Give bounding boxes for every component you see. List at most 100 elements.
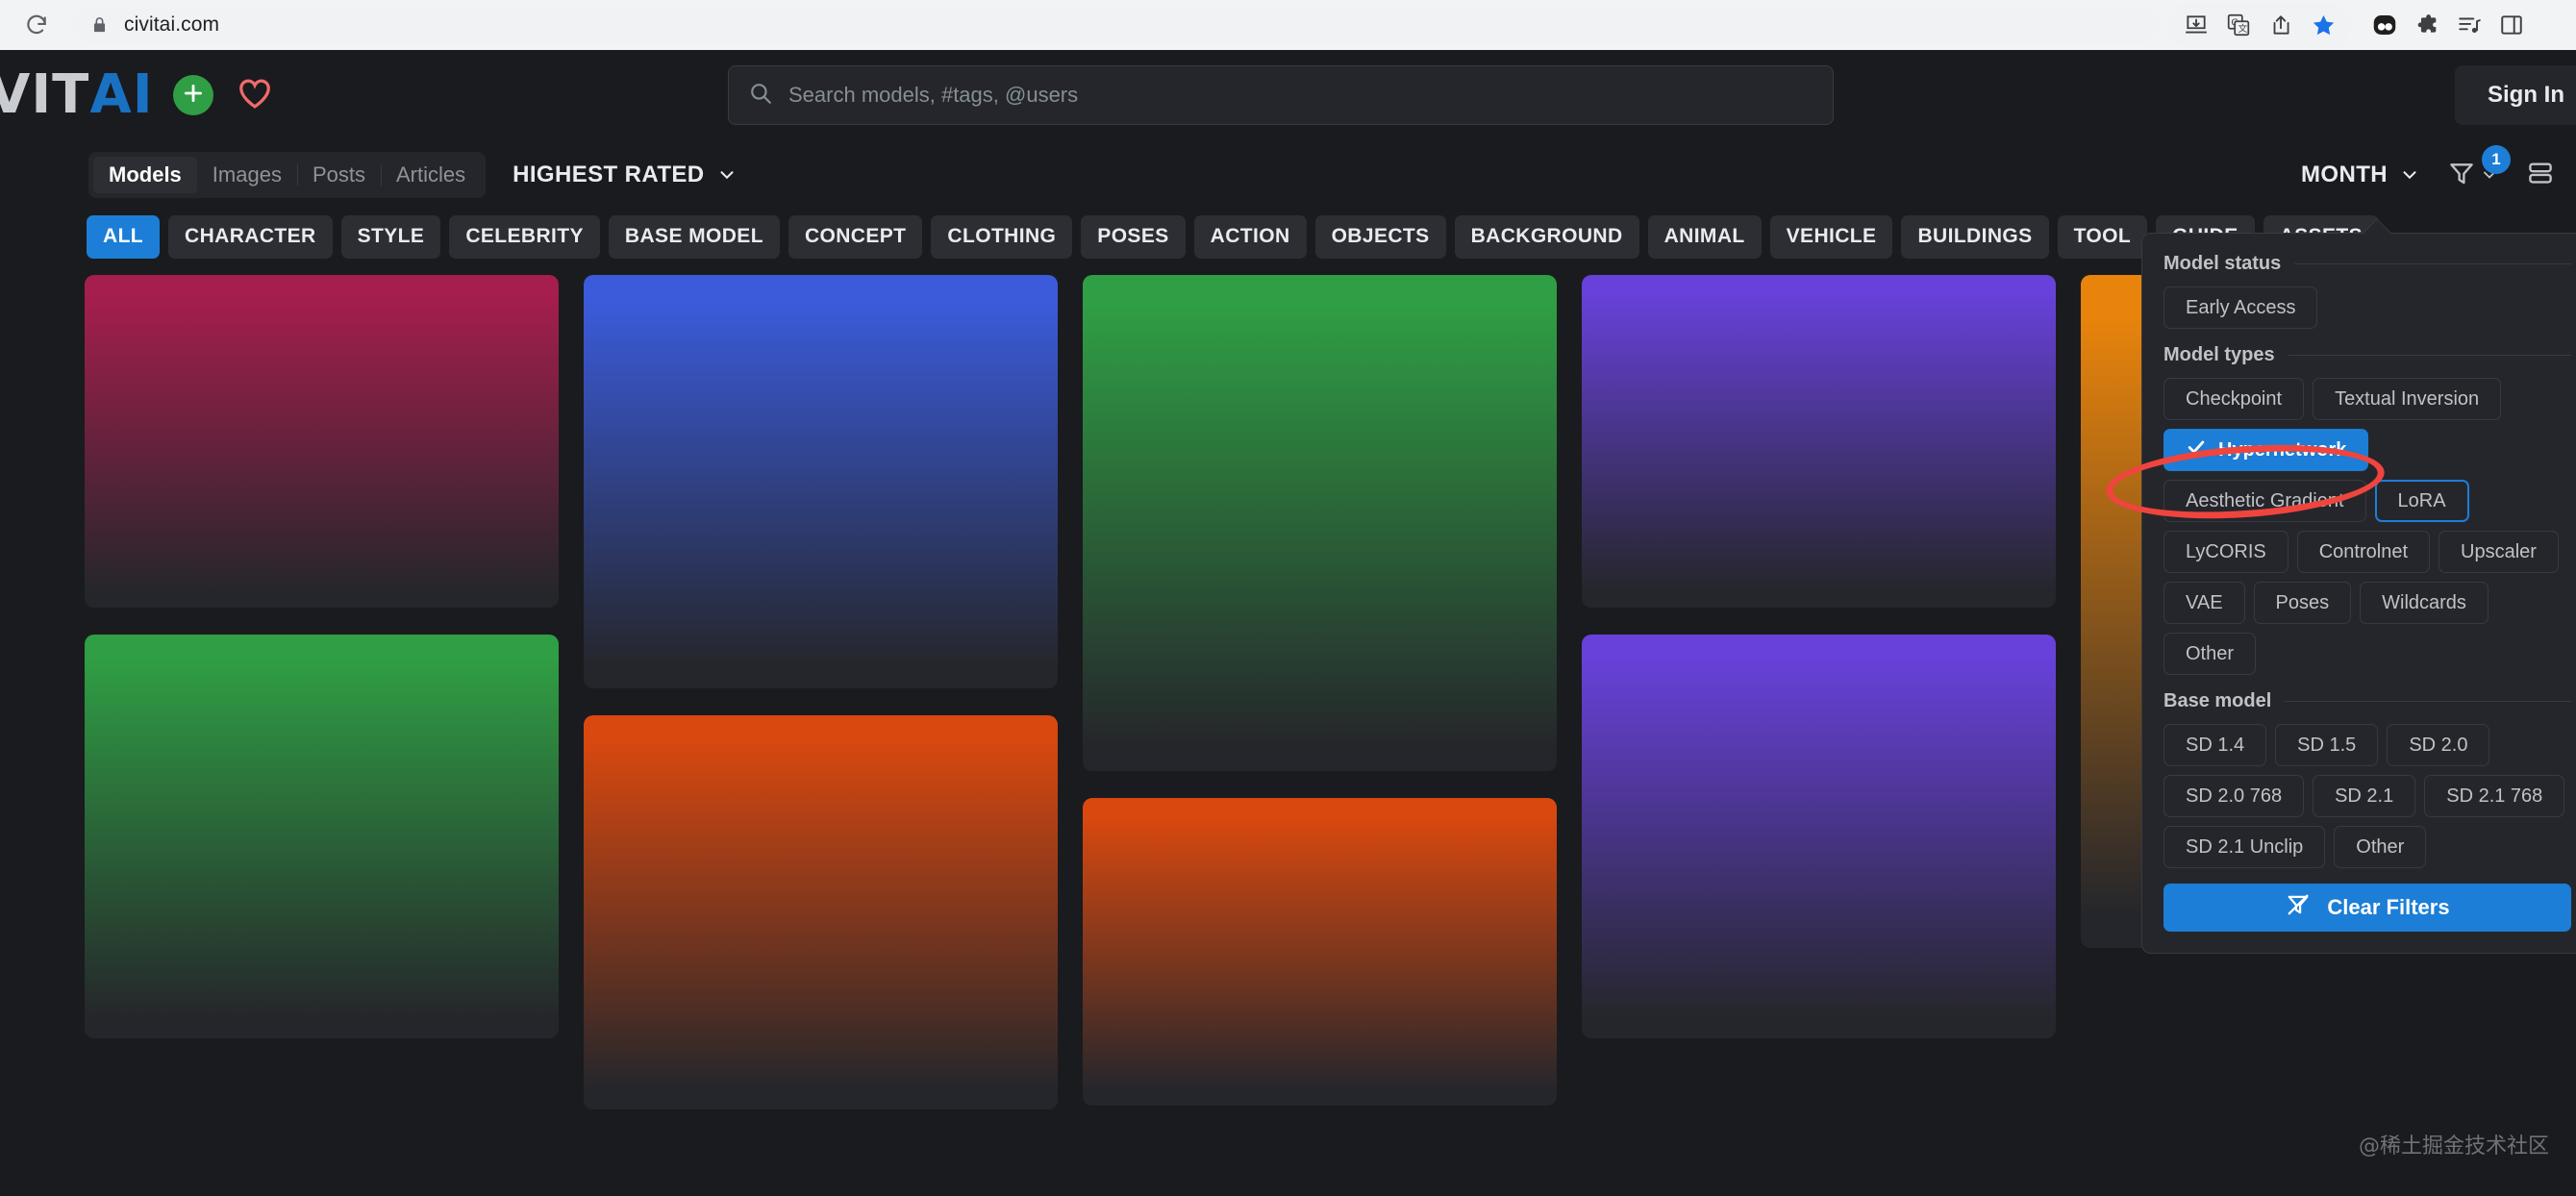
tab-posts[interactable]: Posts bbox=[296, 157, 381, 193]
chevron-down-icon bbox=[716, 164, 738, 186]
sort-value: HIGHEST RATED bbox=[513, 162, 705, 187]
divider bbox=[2288, 355, 2571, 356]
filter-panel: Model status Early Access Model types Ch… bbox=[2141, 218, 2576, 954]
section-title: Model status bbox=[2163, 253, 2282, 274]
chip-character[interactable]: CHARACTER bbox=[168, 214, 333, 259]
pill-sd-2-1-unclip[interactable]: SD 2.1 Unclip bbox=[2163, 826, 2326, 868]
pill-controlnet[interactable]: Controlnet bbox=[2296, 531, 2431, 573]
translate-icon[interactable]: G 文 bbox=[2217, 6, 2260, 44]
grid-column bbox=[1083, 275, 1557, 1140]
chip-clothing[interactable]: CLOTHING bbox=[931, 214, 1073, 259]
extensions-puzzle-icon[interactable] bbox=[2406, 6, 2448, 44]
sign-in-button[interactable]: Sign In bbox=[2455, 65, 2576, 125]
section-title: Base model bbox=[2163, 690, 2272, 711]
chip-all[interactable]: ALL bbox=[87, 214, 161, 259]
reload-button[interactable] bbox=[13, 2, 60, 48]
profile-icon[interactable] bbox=[2363, 6, 2406, 44]
filter-off-icon bbox=[2285, 891, 2312, 924]
side-panel-icon[interactable] bbox=[2490, 6, 2533, 44]
pill-sd-2-1-768[interactable]: SD 2.1 768 bbox=[2424, 775, 2565, 817]
model-card[interactable] bbox=[584, 715, 1058, 1109]
reading-list-icon[interactable] bbox=[2448, 6, 2490, 44]
chip-style[interactable]: STYLE bbox=[340, 214, 441, 259]
search-placeholder: Search models, #tags, @users bbox=[788, 83, 1079, 107]
create-button[interactable] bbox=[172, 75, 213, 115]
content-type-tabs: Models Images Posts Articles bbox=[88, 152, 487, 198]
model-card[interactable] bbox=[85, 635, 559, 1038]
plus-icon bbox=[181, 81, 206, 111]
tab-models[interactable]: Models bbox=[93, 157, 197, 193]
chevron-down-icon bbox=[2399, 164, 2420, 186]
grid-column bbox=[584, 275, 1058, 1140]
share-icon[interactable] bbox=[2260, 6, 2302, 44]
right-controls: MONTH 1 bbox=[2301, 144, 2555, 192]
divider bbox=[2285, 701, 2571, 702]
pill-aesthetic-gradient[interactable]: Aesthetic Gradient bbox=[2163, 480, 2366, 522]
bookmark-star-icon[interactable] bbox=[2302, 6, 2344, 44]
pill-vae[interactable]: VAE bbox=[2163, 582, 2245, 624]
pill-other-base[interactable]: Other bbox=[2334, 826, 2427, 868]
pill-sd-1-5[interactable]: SD 1.5 bbox=[2275, 724, 2379, 766]
pill-lora[interactable]: LoRA bbox=[2374, 480, 2469, 522]
chip-animal[interactable]: ANIMAL bbox=[1647, 214, 1762, 259]
svg-text:文: 文 bbox=[2238, 22, 2247, 35]
model-types-options: Checkpoint Textual Inversion Hypernetwor… bbox=[2163, 378, 2571, 675]
period-dropdown[interactable]: MONTH bbox=[2301, 162, 2420, 188]
filter-count-badge: 1 bbox=[2482, 144, 2511, 174]
pill-sd-2-0-768[interactable]: SD 2.0 768 bbox=[2163, 775, 2305, 817]
model-card[interactable] bbox=[85, 275, 559, 608]
chip-poses[interactable]: POSES bbox=[1081, 214, 1186, 259]
logo-text-primary: VIT bbox=[0, 63, 90, 126]
base-model-options: SD 1.4 SD 1.5 SD 2.0 SD 2.0 768 SD 2.1 S… bbox=[2163, 724, 2571, 868]
lock-icon bbox=[90, 14, 109, 36]
chip-vehicle[interactable]: VEHICLE bbox=[1769, 214, 1893, 259]
tab-articles[interactable]: Articles bbox=[380, 157, 481, 193]
pill-poses[interactable]: Poses bbox=[2253, 582, 2352, 624]
chip-concept[interactable]: CONCEPT bbox=[788, 214, 923, 259]
chip-base-model[interactable]: BASE MODEL bbox=[608, 214, 780, 259]
chip-buildings[interactable]: BUILDINGS bbox=[1901, 214, 2049, 259]
chip-action[interactable]: ACTION bbox=[1193, 214, 1307, 259]
chip-celebrity[interactable]: CELEBRITY bbox=[449, 214, 600, 259]
pill-early-access[interactable]: Early Access bbox=[2163, 287, 2318, 329]
pill-checkpoint[interactable]: Checkpoint bbox=[2163, 378, 2305, 420]
view-mode-toggle[interactable] bbox=[2526, 159, 2555, 192]
divider bbox=[2294, 263, 2571, 264]
chip-objects[interactable]: OBJECTS bbox=[1314, 214, 1446, 259]
address-bar[interactable]: civitai.com bbox=[73, 7, 2160, 43]
model-status-options: Early Access bbox=[2163, 287, 2571, 329]
period-value: MONTH bbox=[2301, 162, 2388, 187]
pill-sd-2-0[interactable]: SD 2.0 bbox=[2387, 724, 2490, 766]
search-input[interactable]: Search models, #tags, @users bbox=[728, 65, 1834, 125]
model-card[interactable] bbox=[584, 275, 1058, 688]
grid-column bbox=[1582, 275, 2056, 1140]
filter-funnel-icon bbox=[2447, 159, 2476, 192]
pill-sd-2-1[interactable]: SD 2.1 bbox=[2313, 775, 2416, 817]
section-header-model-types: Model types bbox=[2163, 344, 2571, 366]
heart-icon bbox=[237, 77, 273, 114]
pill-wildcards[interactable]: Wildcards bbox=[2360, 582, 2488, 624]
sort-dropdown[interactable]: HIGHEST RATED bbox=[513, 162, 737, 188]
favorites-button[interactable] bbox=[237, 77, 273, 114]
model-card[interactable] bbox=[1083, 798, 1557, 1106]
pill-textual-inversion[interactable]: Textual Inversion bbox=[2313, 378, 2502, 420]
pill-lycoris[interactable]: LyCORIS bbox=[2163, 531, 2288, 573]
model-card[interactable] bbox=[1582, 275, 2056, 608]
civitai-logo[interactable]: VIT AI bbox=[0, 68, 154, 122]
model-card[interactable] bbox=[1582, 635, 2056, 1038]
pill-hypernetwork[interactable]: Hypernetwork bbox=[2163, 429, 2369, 471]
tab-images[interactable]: Images bbox=[197, 157, 297, 193]
clear-filters-button[interactable]: Clear Filters bbox=[2163, 884, 2571, 932]
model-card[interactable] bbox=[1083, 275, 1557, 771]
watermark-text: @稀土掘金技术社区 bbox=[2358, 1134, 2549, 1159]
filter-button[interactable]: 1 bbox=[2447, 144, 2511, 192]
pill-sd-1-4[interactable]: SD 1.4 bbox=[2163, 724, 2267, 766]
search-icon bbox=[748, 81, 773, 111]
pill-upscaler[interactable]: Upscaler bbox=[2438, 531, 2559, 573]
chip-background[interactable]: BACKGROUND bbox=[1454, 214, 1639, 259]
pill-other-type[interactable]: Other bbox=[2163, 633, 2257, 675]
section-header-base-model: Base model bbox=[2163, 690, 2571, 712]
browser-toolbar: civitai.com G 文 bbox=[0, 0, 2576, 50]
chip-tool[interactable]: TOOL bbox=[2057, 214, 2148, 259]
install-app-icon[interactable] bbox=[2175, 6, 2217, 44]
